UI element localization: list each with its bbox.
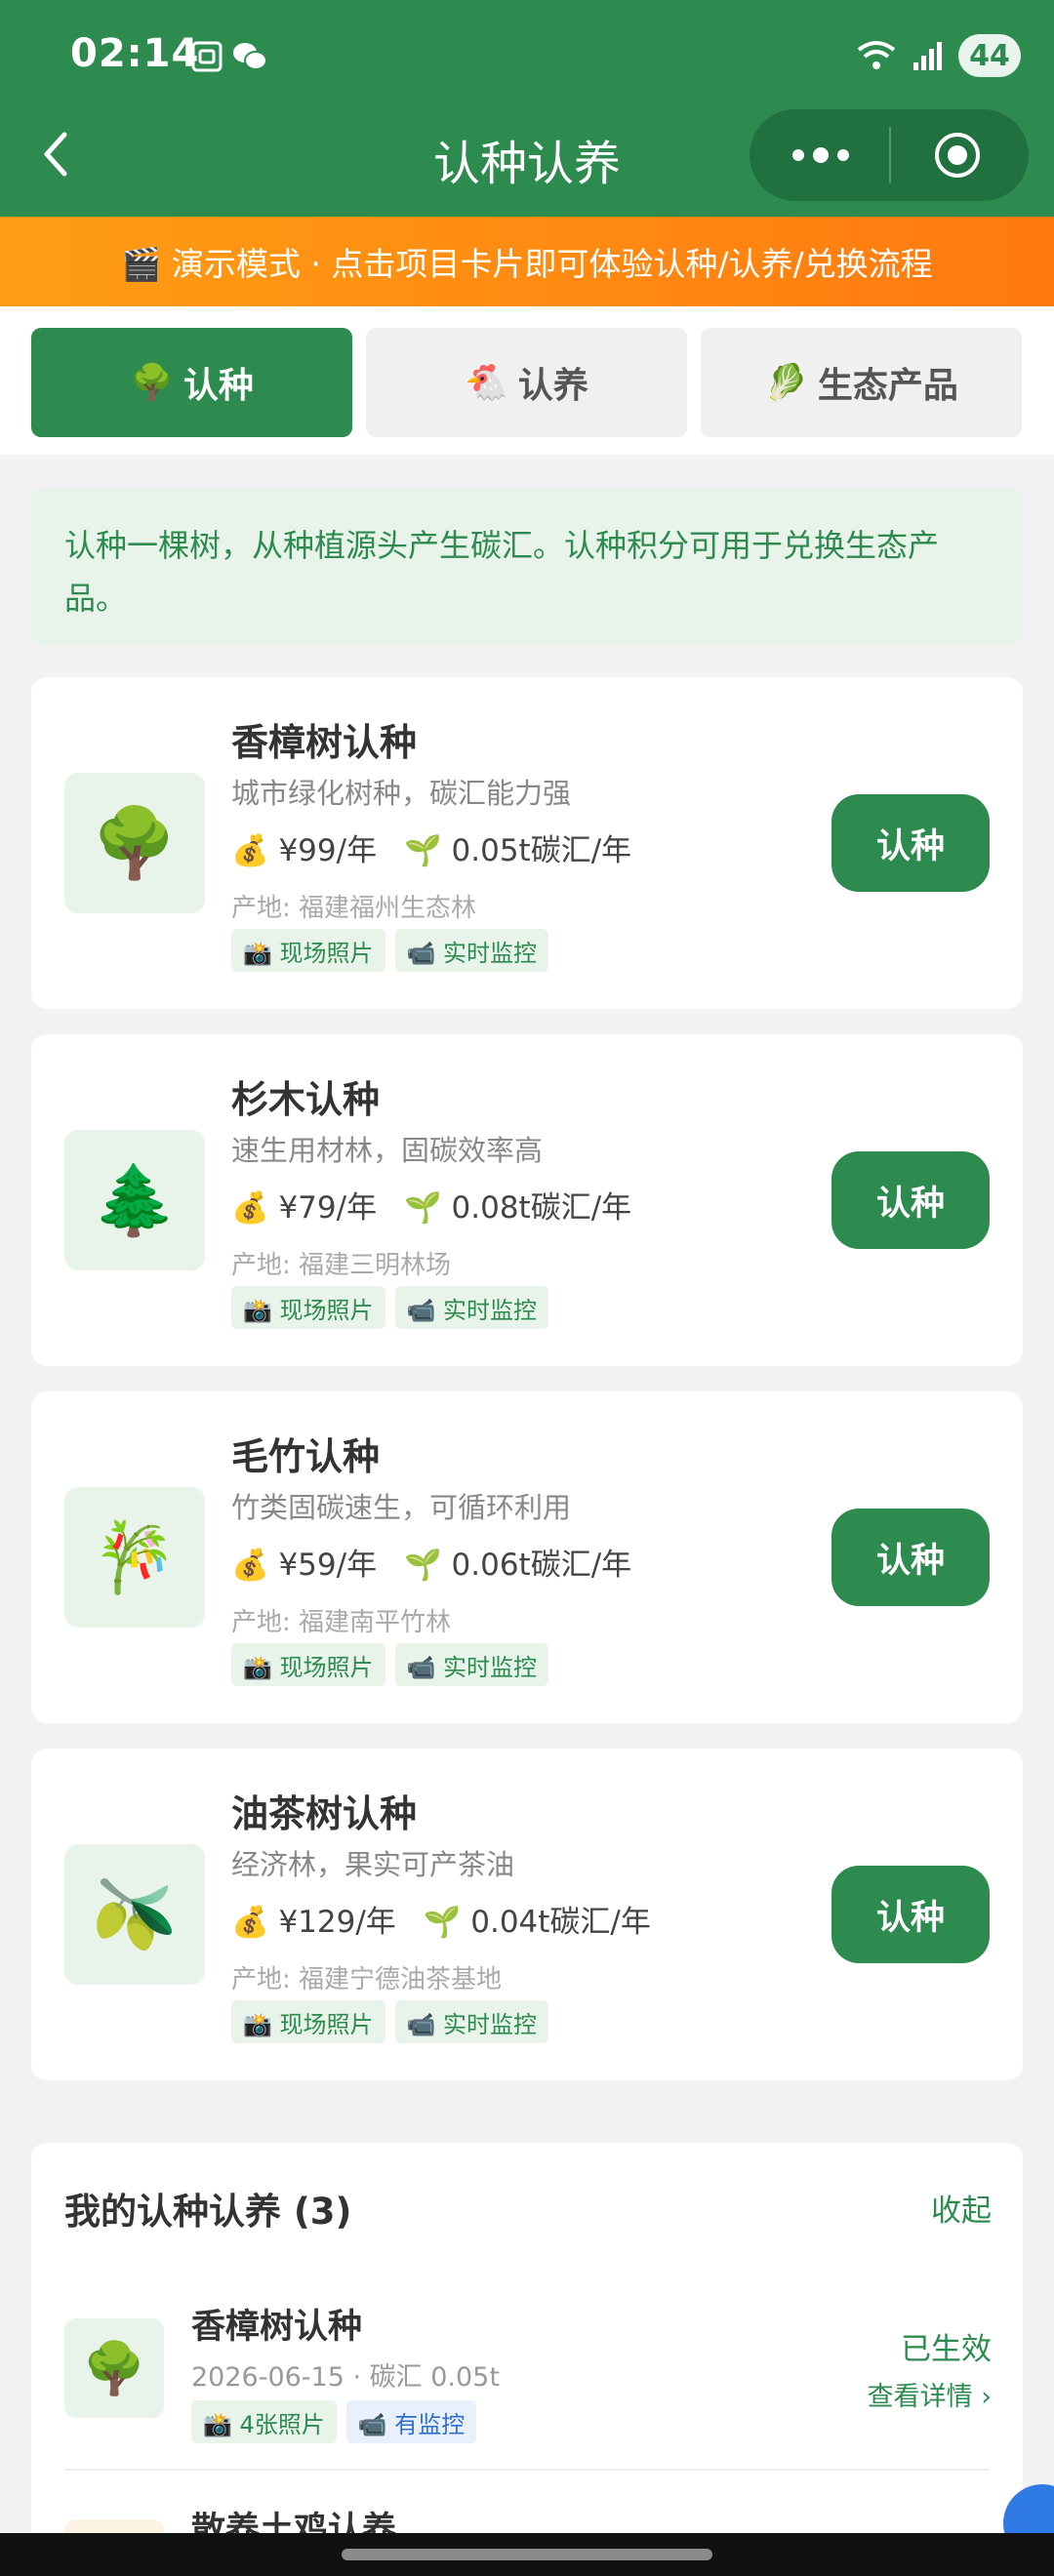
plant-button[interactable]: 认种 bbox=[831, 794, 990, 892]
card-meta: 💰 ¥99/年 🌱 0.05t碳汇/年 bbox=[231, 825, 631, 869]
tree-icon: 🌳 bbox=[64, 773, 205, 913]
card-tags: 📸 现场照片 📹 实时监控 bbox=[231, 1643, 549, 1686]
card-price: 💰 ¥79/年 bbox=[231, 1190, 378, 1226]
project-card-oil-tea[interactable]: 🫒 油茶树认种 经济林，果实可产茶油 💰 ¥129/年 🌱 0.04t碳汇/年 … bbox=[31, 1749, 1023, 2080]
card-origin: 产地: 福建福州生态林 bbox=[231, 894, 477, 923]
card-meta: 💰 ¥129/年 🌱 0.04t碳汇/年 bbox=[231, 1897, 651, 1941]
screenshot-icon bbox=[191, 41, 223, 72]
header: 02:14 44 认种认养 bbox=[0, 0, 1054, 217]
wifi-icon bbox=[857, 41, 896, 69]
home-indicator[interactable] bbox=[342, 2549, 712, 2560]
card-price: 💰 ¥59/年 bbox=[231, 1548, 378, 1583]
chicken-icon: 🐔 bbox=[465, 363, 508, 403]
card-description: 速生用材林，固碳效率高 bbox=[231, 1134, 544, 1167]
card-carbon: 🌱 0.05t碳汇/年 bbox=[404, 833, 632, 868]
card-title: 毛竹认种 bbox=[231, 1435, 381, 1478]
card-origin: 产地: 福建三明林场 bbox=[231, 1251, 452, 1280]
status-badge: 已生效 bbox=[901, 2332, 992, 2367]
card-carbon: 🌱 0.06t碳汇/年 bbox=[404, 1548, 632, 1583]
card-tags: 📸 现场照片 📹 实时监控 bbox=[231, 929, 549, 972]
tag-monitor: 📹 实时监控 bbox=[394, 929, 549, 972]
tab-bar: 🌳 认种 🐔 认养 🥬 生态产品 bbox=[0, 306, 1054, 455]
my-adoptions-section: 我的认种认养 (3) 收起 🌳 香樟树认种 2026-06-15 · 碳汇 0.… bbox=[31, 2143, 1023, 2576]
battery-indicator: 44 bbox=[958, 34, 1021, 77]
card-origin: 产地: 福建宁德油茶基地 bbox=[231, 1965, 503, 1994]
tag-monitor: 📹 实时监控 bbox=[394, 1286, 549, 1329]
tab-eco-products-label: 生态产品 bbox=[817, 366, 958, 406]
card-title: 杉木认种 bbox=[231, 1078, 381, 1121]
card-description: 经济林，果实可产茶油 bbox=[231, 1848, 515, 1881]
tag-photos: 📸 现场照片 bbox=[231, 1643, 385, 1686]
tag-photo-count: 📸 4张照片 bbox=[191, 2400, 337, 2443]
tab-eco-products[interactable]: 🥬 生态产品 bbox=[701, 328, 1022, 437]
card-title: 油茶树认种 bbox=[231, 1792, 418, 1835]
tag-photos: 📸 现场照片 bbox=[231, 1286, 385, 1329]
project-card-fir[interactable]: 🌲 杉木认种 速生用材林，固碳效率高 💰 ¥79/年 🌱 0.08t碳汇/年 产… bbox=[31, 1034, 1023, 1366]
plant-button[interactable]: 认种 bbox=[831, 1509, 990, 1606]
vegetable-icon: 🥬 bbox=[764, 363, 808, 403]
tag-photos: 📸 现场照片 bbox=[231, 929, 385, 972]
view-details-link[interactable]: 查看详情 › bbox=[868, 2375, 992, 2413]
status-bar: 02:14 44 bbox=[0, 0, 1054, 107]
tab-adopt[interactable]: 🐔 认养 bbox=[366, 328, 687, 437]
card-tags: 📸 现场照片 📹 实时监控 bbox=[231, 2000, 549, 2043]
card-description: 竹类固碳速生，可循环利用 bbox=[231, 1491, 572, 1524]
wechat-icon bbox=[233, 43, 267, 70]
project-card-camphor[interactable]: 🌳 香樟树认种 城市绿化树种，碳汇能力强 💰 ¥99/年 🌱 0.05t碳汇/年… bbox=[31, 677, 1023, 1009]
tag-monitor: 📹 实时监控 bbox=[394, 1643, 549, 1686]
adoption-name: 香樟树认种 bbox=[191, 2308, 363, 2347]
card-meta: 💰 ¥59/年 🌱 0.06t碳汇/年 bbox=[231, 1540, 631, 1584]
card-carbon: 🌱 0.08t碳汇/年 bbox=[404, 1190, 632, 1226]
card-carbon: 🌱 0.04t碳汇/年 bbox=[423, 1905, 651, 1940]
collapse-link[interactable]: 收起 bbox=[931, 2186, 992, 2230]
tag-has-monitor: 📹 有监控 bbox=[345, 2400, 477, 2443]
more-dots-icon[interactable] bbox=[787, 137, 855, 174]
adoption-date-carbon: 2026-06-15 · 碳汇 0.05t bbox=[191, 2362, 500, 2393]
system-navigation-bar bbox=[0, 2533, 1054, 2576]
demo-mode-banner: 🎬 演示模式 · 点击项目卡片即可体验认种/认养/兑换流程 bbox=[0, 217, 1054, 306]
my-adoption-item[interactable]: 🌳 香樟树认种 2026-06-15 · 碳汇 0.05t 📸 4张照片 📹 有… bbox=[31, 2289, 1023, 2469]
status-right: 44 bbox=[855, 33, 1021, 78]
tag-monitor: 📹 实时监控 bbox=[394, 2000, 549, 2043]
project-card-bamboo[interactable]: 🎋 毛竹认种 竹类固碳速生，可循环利用 💰 ¥59/年 🌱 0.06t碳汇/年 … bbox=[31, 1391, 1023, 1723]
card-origin: 产地: 福建南平竹林 bbox=[231, 1608, 452, 1637]
card-price: 💰 ¥99/年 bbox=[231, 833, 378, 868]
tab-plant[interactable]: 🌳 认种 bbox=[31, 328, 352, 437]
signal-icon bbox=[913, 42, 942, 70]
card-price: 💰 ¥129/年 bbox=[231, 1905, 396, 1940]
plant-button[interactable]: 认种 bbox=[831, 1866, 990, 1963]
card-description: 城市绿化树种，碳汇能力强 bbox=[231, 777, 572, 810]
intro-notice: 认种一棵树，从种植源头产生碳汇。认种积分可用于兑换生态产品。 bbox=[31, 488, 1023, 646]
olive-icon: 🫒 bbox=[64, 1844, 205, 1985]
tab-adopt-label: 认养 bbox=[517, 366, 588, 406]
plant-button[interactable]: 认种 bbox=[831, 1151, 990, 1249]
miniprogram-capsule bbox=[750, 109, 1029, 201]
tag-photos: 📸 现场照片 bbox=[231, 2000, 385, 2043]
card-meta: 💰 ¥79/年 🌱 0.08t碳汇/年 bbox=[231, 1183, 631, 1227]
tab-plant-label: 认种 bbox=[182, 366, 254, 406]
bamboo-icon: 🎋 bbox=[64, 1487, 205, 1628]
tree-icon: 🌳 bbox=[130, 363, 174, 403]
close-target-icon[interactable] bbox=[933, 131, 982, 180]
card-title: 香樟树认种 bbox=[231, 721, 418, 764]
status-time: 02:14 bbox=[70, 31, 200, 76]
card-tags: 📸 现场照片 📹 实时监控 bbox=[231, 1286, 549, 1329]
adoption-tags: 📸 4张照片 📹 有监控 bbox=[191, 2400, 477, 2443]
capsule-divider bbox=[889, 127, 891, 183]
divider bbox=[64, 2469, 990, 2471]
tree-icon: 🌳 bbox=[64, 2318, 164, 2418]
evergreen-tree-icon: 🌲 bbox=[64, 1130, 205, 1270]
my-adoptions-title: 我的认种认养 (3) bbox=[64, 2191, 352, 2233]
